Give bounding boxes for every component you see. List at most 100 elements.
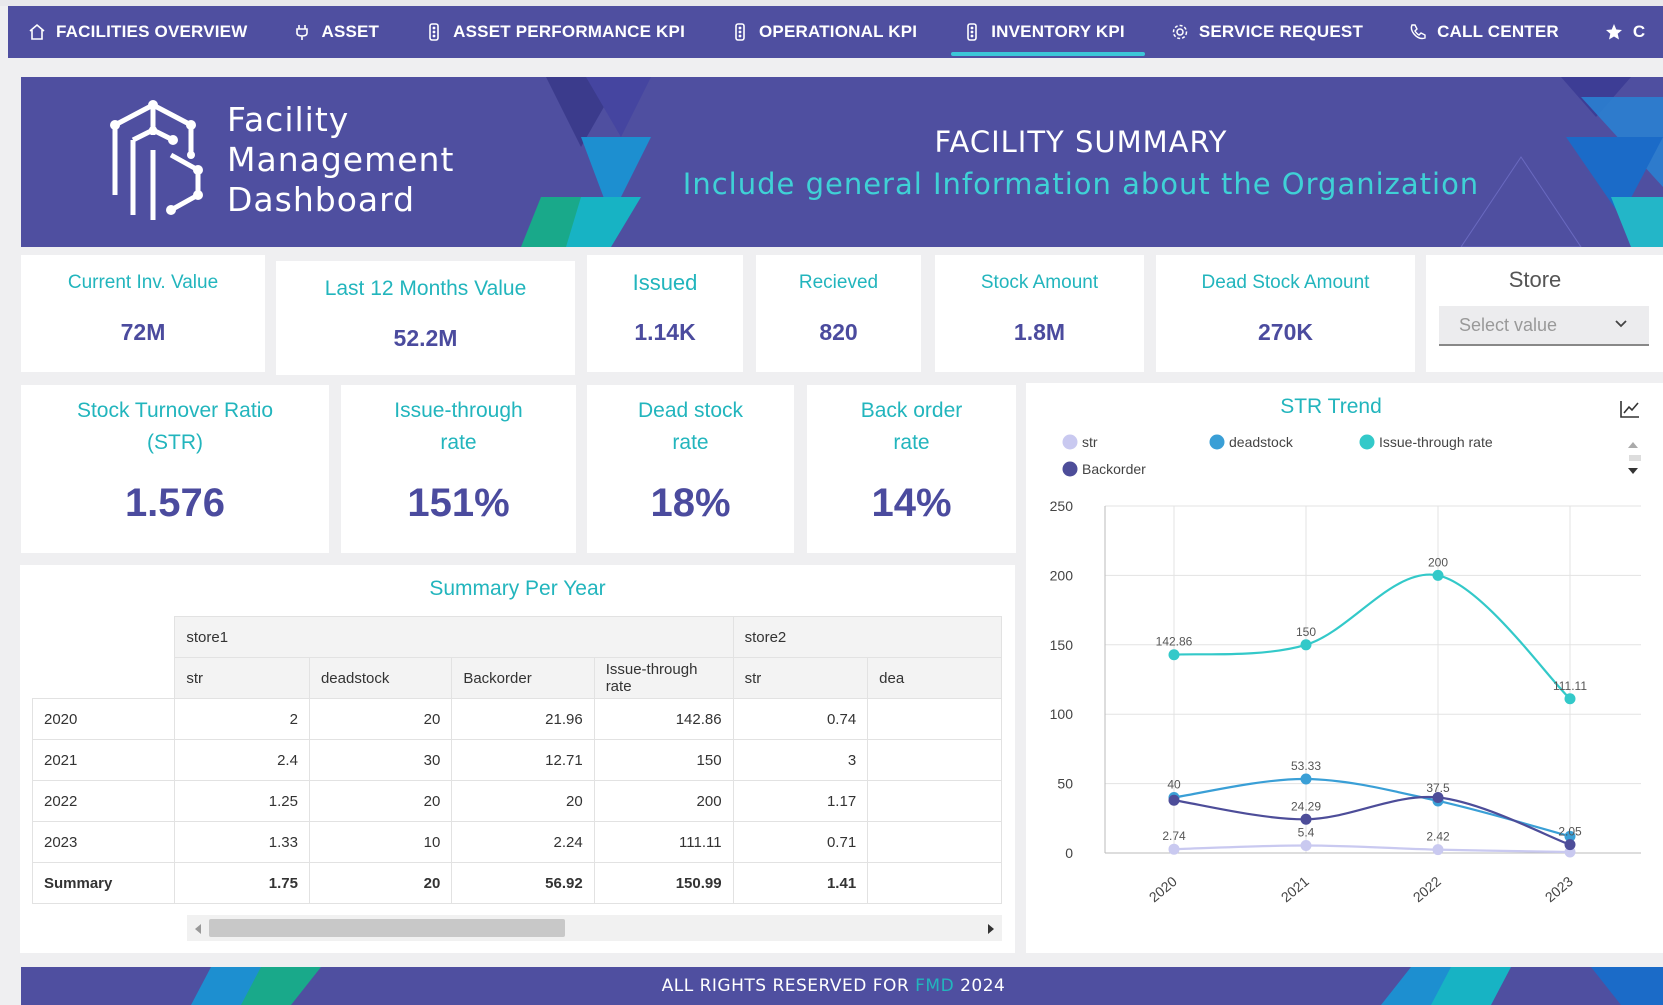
nav-facilities-overview[interactable]: FACILITIES OVERVIEW — [28, 6, 247, 58]
column-header[interactable]: str — [174, 657, 310, 699]
scroll-right-icon[interactable] — [986, 922, 996, 940]
summary-cell: 1.41 — [732, 862, 869, 904]
dashboard-page: FACILITIES OVERVIEW ASSET ASSET PERFORMA… — [0, 0, 1663, 1005]
table-horizontal-scrollbar[interactable] — [187, 915, 1002, 941]
group-header-store2[interactable]: store2 — [732, 616, 1002, 658]
corner-cell — [32, 616, 175, 658]
table-cell: 1.33 — [174, 821, 310, 863]
group-header-store1[interactable]: store1 — [174, 616, 734, 658]
table-cell: 111.11 — [593, 821, 734, 863]
footer-bar: ALL RIGHTS RESERVED FOR FMD 2024 — [21, 967, 1663, 1005]
y-tick-label: 0 — [1065, 845, 1073, 861]
table-row: 2020 2 20 21.96 142.86 0.74 — [31, 698, 1002, 740]
footer-year: 2024 — [960, 976, 1006, 996]
kpi-label: Stock Amount — [980, 272, 1099, 293]
y-tick-label: 250 — [1050, 498, 1074, 514]
x-tick-label: 2020 — [1146, 873, 1180, 905]
table-cell — [867, 698, 1002, 740]
store-select[interactable]: Select value — [1439, 306, 1649, 346]
str-trend-chart: str deadstock Issue-through rate Backorder 0… — [1050, 434, 1641, 905]
table-cell — [867, 821, 1002, 863]
nav-label: ASSET — [321, 22, 380, 41]
nav-inventory-kpi[interactable]: INVENTORY KPI — [951, 6, 1145, 58]
nav-service-request[interactable]: SERVICE REQUEST — [1171, 6, 1363, 58]
x-tick-label: 2022 — [1410, 873, 1444, 905]
nav-label: OPERATIONAL KPI — [759, 22, 918, 41]
x-tick-label: 2021 — [1278, 873, 1312, 905]
scrollbar-thumb[interactable] — [209, 919, 565, 937]
row-year: 2021 — [31, 739, 176, 781]
kpi-value: 270K — [1258, 319, 1313, 345]
table-viewport: store1 store2 str deadstock Backorder Is… — [20, 565, 1002, 910]
kpi-label: Last 12 Months Value — [324, 277, 527, 300]
column-header[interactable]: deadstock — [308, 657, 453, 699]
summary-cell: 20 — [308, 862, 453, 904]
summary-cell: 56.92 — [451, 862, 595, 904]
column-header[interactable]: Backorder — [451, 657, 595, 699]
kpi-label: Back order — [860, 399, 963, 422]
data-label: 24.29 — [1291, 799, 1321, 813]
nav-truncated-item[interactable]: C — [1605, 6, 1645, 58]
nav-asset-performance-kpi[interactable]: ASSET PERFORMANCE KPI — [425, 6, 685, 58]
footer-text: ALL RIGHTS RESERVED FOR FMD 2024 — [21, 976, 1646, 996]
data-point — [1432, 569, 1444, 581]
table-cell: 1.25 — [174, 780, 310, 822]
kpi-issue-through-rate: Issue-through rate 151% — [341, 385, 576, 553]
nav-label: INVENTORY KPI — [991, 22, 1125, 41]
store-filter-label: Store — [1508, 267, 1562, 292]
table-cell: 3 — [732, 739, 869, 781]
kpi-dead-stock-amount: Dead Stock Amount 270K — [1156, 255, 1415, 372]
table-group-header: store1 store2 — [32, 616, 1002, 658]
data-point — [1432, 844, 1444, 856]
table-cell: 30 — [308, 739, 453, 781]
kpi-label: Issued — [632, 270, 698, 295]
nav-operational-kpi[interactable]: OPERATIONAL KPI — [731, 6, 917, 58]
summary-cell — [867, 862, 1002, 904]
column-header[interactable]: str — [732, 657, 869, 699]
home-icon — [28, 23, 46, 41]
kpi-value: 151% — [407, 481, 510, 525]
data-label: 2.74 — [1162, 829, 1186, 843]
data-point — [1168, 649, 1180, 661]
data-point — [1168, 843, 1180, 855]
legend-marker — [1062, 461, 1078, 477]
kpi-label: rate — [893, 431, 930, 454]
data-label: 2.05 — [1558, 825, 1582, 839]
nav-call-center[interactable]: CALL CENTER — [1409, 6, 1559, 58]
nav-label: FACILITIES OVERVIEW — [56, 22, 248, 41]
data-label: 5.4 — [1298, 826, 1315, 840]
table-cell: 1.17 — [732, 780, 869, 822]
column-header[interactable]: Issue-through rate — [593, 657, 734, 699]
table-row: 2023 1.33 10 2.24 111.11 0.71 — [31, 821, 1002, 863]
traffic-light-icon — [963, 23, 981, 41]
data-label: 142.86 — [1156, 635, 1193, 649]
legend-label: str — [1082, 434, 1098, 450]
column-header[interactable]: dea — [867, 657, 1002, 699]
table-cell: 150 — [593, 739, 734, 781]
nav-asset[interactable]: ASSET — [293, 6, 379, 58]
kpi-value: 18% — [650, 481, 731, 525]
data-point — [1168, 794, 1180, 806]
data-label: 40 — [1167, 777, 1181, 791]
table-cell: 2.24 — [451, 821, 595, 863]
corner-cell — [32, 657, 175, 699]
phone-icon — [1409, 23, 1427, 41]
kpi-issued: Issued 1.14K — [587, 255, 743, 372]
row-year: 2023 — [31, 821, 176, 863]
table-cell: 20 — [308, 780, 453, 822]
table-cell — [867, 739, 1002, 781]
kpi-value: 52.2M — [393, 325, 458, 351]
data-point — [1300, 639, 1312, 651]
legend-label: Issue-through rate — [1379, 434, 1493, 450]
data-label: 2.42 — [1426, 830, 1450, 844]
scroll-left-icon[interactable] — [193, 922, 203, 940]
series-line — [1173, 795, 1571, 846]
y-tick-label: 100 — [1050, 706, 1074, 722]
kpi-value: 1.14K — [634, 319, 696, 345]
legend-marker — [1062, 434, 1078, 450]
str-trend-panel: STR Trend str deadstock Issue-through rate… — [1026, 383, 1663, 953]
table-cell: 2 — [174, 698, 310, 740]
data-label: 150 — [1296, 625, 1316, 639]
banner-subtitle: Include general Information about the Or… — [682, 167, 1480, 201]
kpi-current-inv-value: Current Inv. Value 72M — [21, 255, 265, 372]
